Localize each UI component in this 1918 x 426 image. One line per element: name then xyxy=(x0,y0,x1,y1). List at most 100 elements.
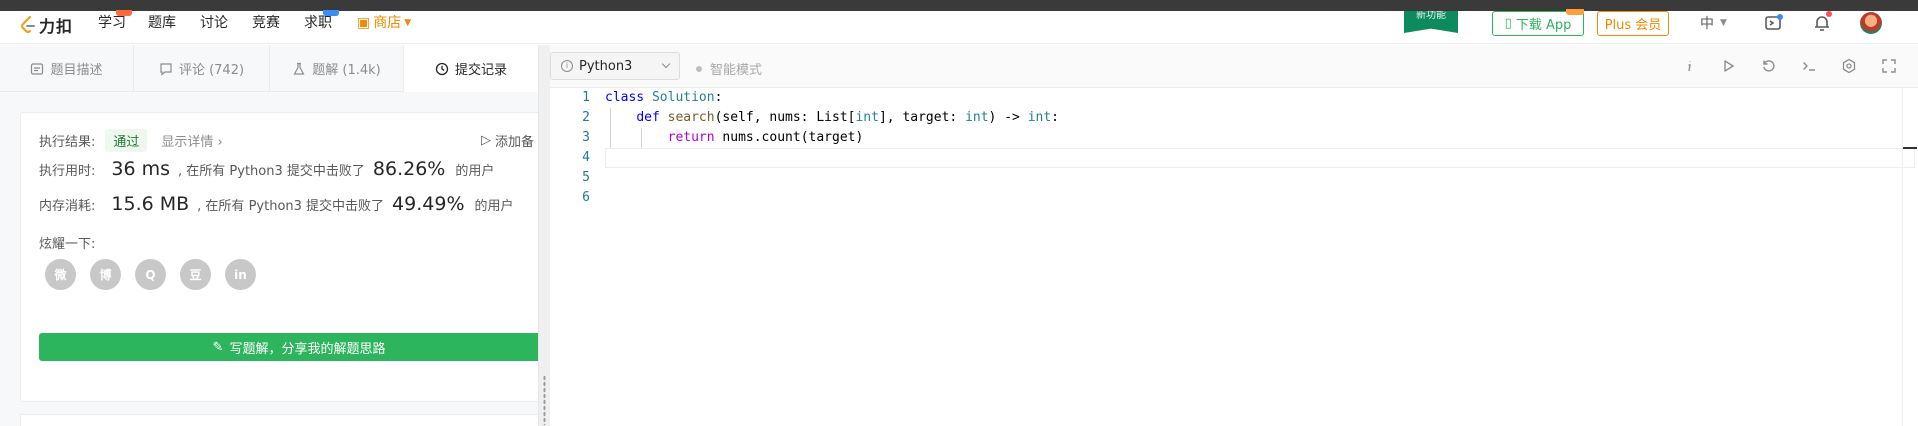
code-text[interactable]: class Solution: def search(self, nums: L… xyxy=(605,88,1059,208)
bell-icon[interactable] xyxy=(1810,11,1834,35)
add-note-button[interactable]: ▷ 添加备 xyxy=(481,131,534,150)
fullscreen-icon[interactable] xyxy=(1880,57,1898,75)
chevron-down-icon: ▼ xyxy=(1720,18,1727,28)
memory-percentile: 49.49% xyxy=(392,193,465,215)
playground-icon[interactable] xyxy=(1762,11,1786,35)
smart-mode-label: 智能模式 xyxy=(710,63,763,78)
tab-solutions[interactable]: 题解 (1.4k) xyxy=(270,45,404,92)
editor-scrollbar[interactable] xyxy=(1902,88,1917,426)
avatar[interactable] xyxy=(1860,12,1882,34)
result-card: 执行结果: 通过 显示详情 › ▷ 添加备 执行用时: 36 ms , 在所有 … xyxy=(20,112,550,402)
notification-dot xyxy=(1826,11,1832,17)
code-token: int xyxy=(965,110,989,125)
tab-label: 评论 (742) xyxy=(178,63,245,78)
panel-splitter[interactable] xyxy=(538,45,550,426)
tab-comments[interactable]: 评论 (742) xyxy=(134,45,270,92)
console-icon[interactable] xyxy=(1800,57,1818,75)
plus-member-button[interactable]: Plus 会员 xyxy=(1597,11,1669,36)
smart-mode-toggle[interactable]: 智能模式 xyxy=(696,59,762,78)
code-token: ) -> xyxy=(988,110,1028,125)
pencil-icon: ✎ xyxy=(212,339,224,355)
new-feature-ribbon[interactable]: 新功能 xyxy=(1404,11,1458,33)
share-label: 炫耀一下: xyxy=(39,237,96,252)
weibo-icon[interactable]: 博 xyxy=(90,259,121,290)
run-icon[interactable] xyxy=(1720,57,1738,75)
code-line-3: return nums.count(target) xyxy=(605,128,1059,148)
code-token: : xyxy=(714,90,723,105)
line-number: 3 xyxy=(582,130,590,145)
drag-handle-icon[interactable] xyxy=(543,375,546,425)
status-row: 执行结果: 通过 显示详情 › xyxy=(39,129,223,152)
memory-label: 内存消耗: xyxy=(39,198,96,214)
nav-problems[interactable]: 题库 xyxy=(148,11,176,35)
add-note-label: 添加备 xyxy=(495,135,535,150)
runtime-row: 执行用时: 36 ms , 在所有 Python3 提交中击败了 86.26% … xyxy=(39,158,494,180)
write-solution-label: 写题解，分享我的解题思路 xyxy=(229,341,386,357)
share-buttons: 微 博 Q 豆 in xyxy=(45,259,256,290)
nav-contest[interactable]: 竞赛 xyxy=(252,11,280,35)
logo[interactable]: 力扣 xyxy=(20,13,73,37)
chevron-down-icon xyxy=(661,59,671,69)
memory-row: 内存消耗: 15.6 MB , 在所有 Python3 提交中击败了 49.49… xyxy=(39,193,514,215)
tab-description[interactable]: 题目描述 xyxy=(0,45,134,92)
runtime-percentile: 86.26% xyxy=(372,158,446,180)
line-number: 1 xyxy=(582,90,590,105)
tab-submissions[interactable]: 提交记录 xyxy=(404,45,538,92)
code-token: : xyxy=(1051,110,1059,125)
qq-icon[interactable]: Q xyxy=(135,259,166,290)
line-number: 2 xyxy=(582,110,590,125)
leetcode-logo-icon xyxy=(20,16,36,34)
store-icon: ▣ xyxy=(357,15,371,31)
flask-icon xyxy=(293,62,305,75)
code-token: ], target: xyxy=(878,110,966,125)
language-value: Python3 xyxy=(579,58,633,74)
language-switch[interactable]: 中 ▼ xyxy=(1700,11,1727,35)
code-editor[interactable]: 1 2 3 4 5 6 class Solution: def search(s… xyxy=(550,88,1918,426)
hot-tag xyxy=(1566,9,1584,15)
language-label: 中 xyxy=(1700,16,1714,32)
info-icon: i xyxy=(561,60,573,72)
line-numbers: 1 2 3 4 5 6 xyxy=(550,88,590,208)
code-line-2: def search(self, nums: List[int], target… xyxy=(605,108,1059,128)
nav-discuss[interactable]: 讨论 xyxy=(200,11,228,35)
wechat-icon[interactable]: 微 xyxy=(45,259,76,290)
code-token: (self, nums: List[ xyxy=(714,110,856,125)
nav-jobs-badge xyxy=(323,10,339,16)
language-select[interactable]: i Python3 xyxy=(550,52,680,80)
comment-icon xyxy=(160,62,172,76)
clock-icon xyxy=(435,62,449,75)
tab-label: 提交记录 xyxy=(454,63,507,78)
nav-new-badge xyxy=(116,10,132,16)
runtime-value: 36 ms xyxy=(111,158,171,180)
code-token: int xyxy=(1027,110,1052,125)
logo-text: 力扣 xyxy=(39,17,74,36)
cursor-position-marker xyxy=(1903,147,1917,149)
status-label: 执行结果: xyxy=(39,135,96,150)
line-number: 4 xyxy=(582,150,590,165)
runtime-text: , 在所有 Python3 提交中击败了 xyxy=(178,163,365,179)
code-token: int xyxy=(855,110,879,125)
submission-panel: 执行结果: 通过 显示详情 › ▷ 添加备 执行用时: 36 ms , 在所有 … xyxy=(0,92,550,426)
write-solution-button[interactable]: ✎ 写题解，分享我的解题思路 xyxy=(39,333,549,361)
code-token: nums.count(target) xyxy=(722,130,864,145)
status-badge: 通过 xyxy=(105,129,148,152)
chevron-down-icon: ▼ xyxy=(404,18,412,28)
douban-icon[interactable]: 豆 xyxy=(180,259,211,290)
settings-icon[interactable] xyxy=(1840,57,1858,75)
nav-store[interactable]: ▣ 商店 ▼ xyxy=(357,11,411,35)
editor-toolbar: i Python3 智能模式 xyxy=(550,45,1918,88)
tab-label: 题目描述 xyxy=(50,63,103,78)
doc-icon xyxy=(31,62,44,75)
code-token: Solution xyxy=(651,90,715,105)
line-number: 6 xyxy=(582,190,590,205)
memory-value: 15.6 MB xyxy=(111,193,190,215)
linkedin-icon[interactable]: in xyxy=(225,259,256,290)
show-details-link[interactable]: 显示详情 › xyxy=(161,131,222,150)
tab-label: 题解 (1.4k) xyxy=(312,63,381,78)
info-italic-icon[interactable] xyxy=(1680,57,1698,75)
reset-icon[interactable] xyxy=(1760,57,1778,75)
code-token: search xyxy=(667,110,715,125)
